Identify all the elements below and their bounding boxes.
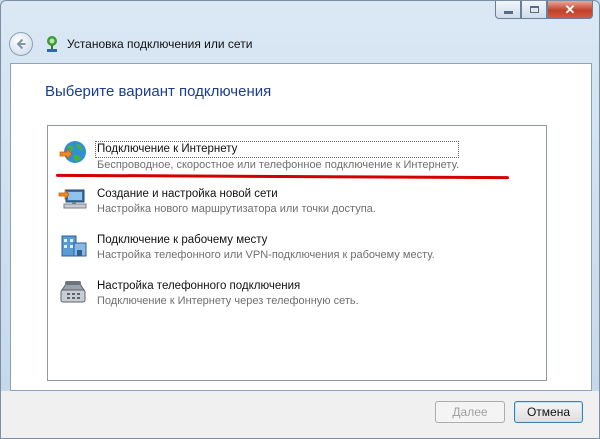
workplace-icon (61, 235, 87, 257)
back-button[interactable] (9, 32, 33, 56)
option-title: Настройка телефонного подключения (97, 280, 301, 292)
red-highlight-underline (55, 173, 510, 180)
minimize-button[interactable] (495, 1, 521, 19)
new-network-icon (58, 189, 87, 209)
option-description: Настройка телефонного или VPN-подключени… (97, 249, 435, 261)
option-workplace[interactable]: Подключение к рабочему месту Настройка т… (58, 230, 435, 262)
setup-connection-window: ✕ Установка подключения или сети Выберит… (0, 0, 600, 439)
window-title: Установка подключения или сети (67, 37, 253, 51)
close-icon: ✕ (564, 1, 576, 17)
option-title: Создание и настройка новой сети (97, 188, 278, 200)
option-title: Подключение к Интернету (95, 141, 460, 158)
option-dialup[interactable]: Настройка телефонного подключения Подклю… (58, 276, 359, 308)
page-heading: Выберите вариант подключения (45, 83, 272, 100)
back-arrow-icon (16, 38, 26, 50)
option-description: Настройка нового маршрутизатора или точк… (97, 203, 376, 215)
network-setup-icon (47, 36, 57, 52)
internet-globe-icon (59, 141, 86, 163)
option-description: Подключение к Интернету через телефонную… (97, 295, 359, 307)
close-button[interactable]: ✕ (547, 1, 593, 19)
dialup-phone-icon (60, 281, 86, 303)
option-title: Подключение к рабочему месту (97, 234, 268, 246)
title-bar: Установка подключения или сети (9, 29, 252, 59)
maximize-button[interactable] (521, 1, 547, 19)
next-button[interactable]: Далее (435, 401, 505, 423)
minimize-icon (503, 11, 513, 14)
footer-bar: Далее Отмена (1, 391, 599, 438)
content-area: Выберите вариант подключения Подключение… (10, 63, 592, 391)
connection-options-list: Подключение к Интернету Беспроводное, ск… (47, 125, 547, 381)
cancel-button[interactable]: Отмена (514, 401, 583, 423)
option-description: Беспроводное, скоростное или телефонное … (97, 159, 460, 171)
option-new-network[interactable]: Создание и настройка новой сети Настройк… (58, 184, 376, 216)
maximize-icon (529, 6, 539, 13)
caption-buttons: ✕ (495, 1, 593, 19)
option-internet[interactable]: Подключение к Интернету Беспроводное, ск… (58, 138, 460, 172)
